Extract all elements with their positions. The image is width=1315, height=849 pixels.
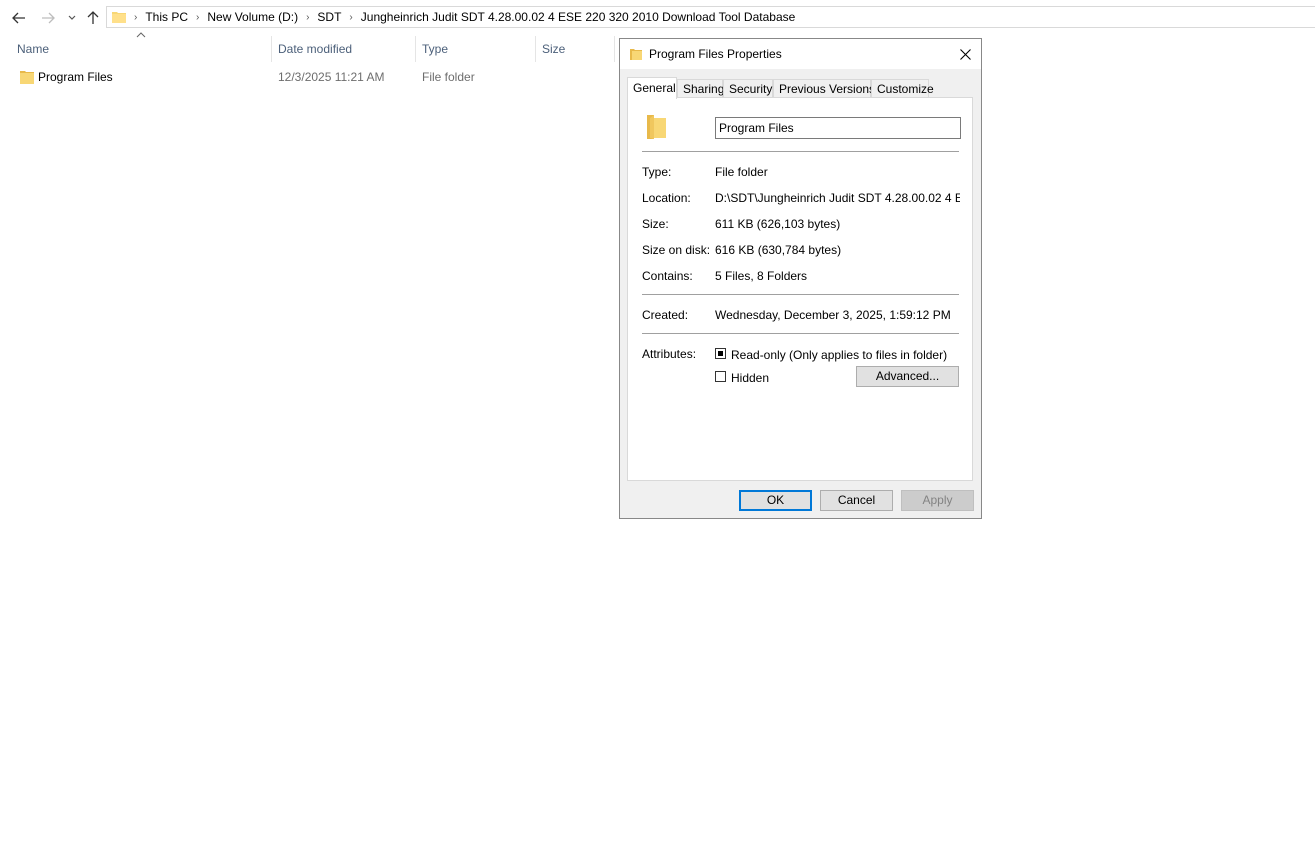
breadcrumb-current-folder[interactable]: Jungheinrich Judit SDT 4.28.00.02 4 ESE …	[361, 10, 796, 24]
recent-locations-button[interactable]	[62, 8, 82, 28]
breadcrumb-sdt[interactable]: SDT	[317, 10, 341, 24]
column-date-modified[interactable]: Date modified	[272, 36, 415, 62]
file-name: Program Files	[38, 70, 113, 84]
breadcrumb-separator-icon[interactable]: ›	[134, 12, 137, 23]
breadcrumb-this-pc[interactable]: This PC	[145, 10, 188, 24]
folder-icon	[20, 71, 34, 84]
file-date: 12/3/2025 11:21 AM	[278, 70, 385, 84]
forward-button[interactable]	[38, 8, 58, 28]
tab-security[interactable]: Security	[723, 79, 773, 98]
value-type: File folder	[715, 165, 768, 179]
column-name[interactable]: Name	[11, 36, 271, 62]
file-type: File folder	[422, 70, 475, 84]
back-button[interactable]	[9, 8, 29, 28]
dialog-title: Program Files Properties	[649, 47, 782, 61]
tab-sharing[interactable]: Sharing	[677, 79, 724, 98]
divider	[642, 294, 959, 295]
folder-icon	[112, 12, 126, 23]
arrow-right-icon	[42, 12, 55, 24]
label-created: Created:	[642, 308, 689, 322]
value-location[interactable]: D:\SDT\Jungheinrich Judit SDT 4.28.00.02…	[715, 191, 960, 205]
cancel-button[interactable]: Cancel	[820, 490, 893, 511]
label-size-on-disk: Size on disk:	[642, 243, 711, 257]
label-size: Size:	[642, 217, 669, 231]
apply-button[interactable]: Apply	[901, 490, 974, 511]
column-divider[interactable]	[614, 36, 615, 62]
label-attributes: Attributes:	[642, 347, 697, 361]
chevron-down-icon	[68, 15, 76, 20]
ok-button[interactable]: OK	[739, 490, 812, 511]
breadcrumb-separator-icon[interactable]: ›	[349, 12, 352, 23]
label-location: Location:	[642, 191, 691, 205]
address-bar: › This PC › New Volume (D:) › SDT › Jung…	[0, 0, 1315, 36]
tab-customize[interactable]: Customize	[871, 79, 934, 98]
general-panel: Type: File folder Location: D:\SDT\Jungh…	[627, 97, 973, 481]
folder-name-input[interactable]	[715, 117, 961, 139]
arrow-left-icon	[12, 12, 25, 24]
folder-icon	[630, 49, 642, 60]
value-size-on-disk: 616 KB (630,784 bytes)	[715, 243, 842, 257]
properties-dialog: Program Files Properties General Sharing…	[619, 38, 982, 519]
breadcrumb-separator-icon[interactable]: ›	[196, 12, 199, 23]
breadcrumb-separator-icon[interactable]: ›	[306, 12, 309, 23]
column-header: Name Date modified Type Size	[0, 36, 620, 62]
column-size[interactable]: Size	[536, 36, 614, 62]
advanced-button[interactable]: Advanced...	[856, 366, 959, 387]
hidden-checkbox[interactable]	[715, 371, 726, 382]
close-button[interactable]	[949, 39, 981, 69]
dialog-titlebar[interactable]: Program Files Properties	[620, 39, 981, 69]
folder-icon	[647, 115, 666, 139]
arrow-up-icon	[87, 11, 99, 24]
divider	[642, 333, 959, 334]
column-type[interactable]: Type	[416, 36, 535, 62]
value-created: Wednesday, December 3, 2025, 1:59:12 PM	[715, 308, 951, 322]
label-contains: Contains:	[642, 269, 693, 283]
breadcrumb-new-volume[interactable]: New Volume (D:)	[207, 10, 298, 24]
label-type: Type:	[642, 165, 672, 179]
value-size: 611 KB (626,103 bytes)	[715, 217, 841, 231]
up-button[interactable]	[83, 8, 103, 28]
value-contains: 5 Files, 8 Folders	[715, 269, 808, 283]
address-field[interactable]: › This PC › New Volume (D:) › SDT › Jung…	[106, 6, 1315, 28]
list-item[interactable]: Program Files 12/3/2025 11:21 AM File fo…	[11, 66, 611, 88]
tab-previous-versions[interactable]: Previous Versions	[773, 79, 875, 98]
hidden-label[interactable]: Hidden	[731, 371, 769, 385]
readonly-checkbox[interactable]	[715, 348, 726, 359]
close-icon	[959, 48, 971, 60]
readonly-label[interactable]: Read-only (Only applies to files in fold…	[731, 348, 947, 362]
divider	[642, 151, 959, 152]
tab-general[interactable]: General	[627, 77, 677, 99]
